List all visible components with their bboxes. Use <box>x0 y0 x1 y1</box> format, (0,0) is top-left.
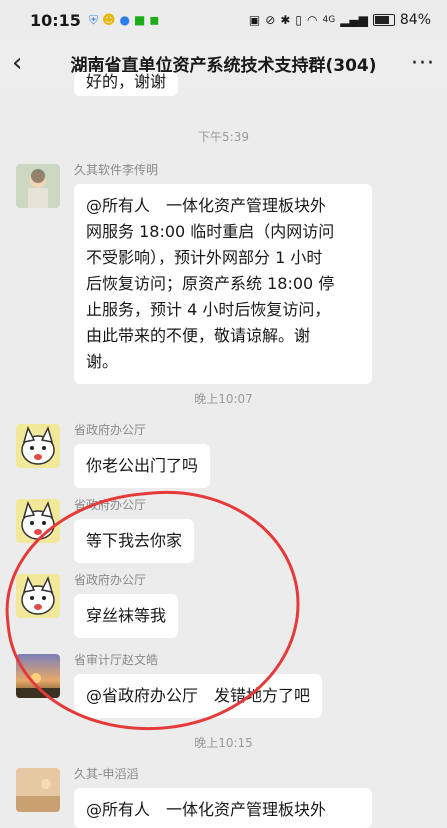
avatar[interactable] <box>16 424 60 468</box>
more-icon[interactable]: ··· <box>405 51 435 76</box>
bluetooth-icon: ✱ <box>280 13 291 27</box>
status-time: 10:15 <box>30 10 81 30</box>
timestamp: 晚上10:07 <box>194 392 253 406</box>
status-bar: 10:15 ⛨ ☻ ● ■ ◼ ▣ ⊘ ✱ ▯ ◠ 4G ▂▄▆ 84% <box>0 0 447 40</box>
chat-header: ‹ 湖南省直单位资产系统技术支持群(304) ··· <box>0 40 447 86</box>
cartoon-dog-avatar-icon <box>16 574 60 618</box>
photo-avatar-icon <box>16 164 60 208</box>
timestamp: 下午5:39 <box>198 130 249 144</box>
sender-name: 省政府办公厅 <box>74 498 147 512</box>
app-icon-2: ■ <box>134 13 146 27</box>
message-bubble[interactable]: @所有人 一体化资产管理板块外 <box>74 788 372 828</box>
status-left: 10:15 ⛨ ☻ ● ■ ◼ <box>30 11 159 30</box>
cartoon-dog-avatar-icon <box>16 424 60 468</box>
message-bubble[interactable]: @所有人 一体化资产管理板块外 网服务 18:00 临时重启（内网访问 不受影响… <box>74 184 372 384</box>
app-icon: ● <box>119 13 130 27</box>
wifi-icon: ◠ <box>307 13 318 27</box>
avatar[interactable] <box>16 574 60 618</box>
avatar[interactable] <box>16 164 60 208</box>
previous-message-bubble[interactable]: 好的，谢谢 <box>74 72 179 96</box>
sender-name: 省审计厅赵文皓 <box>74 653 159 667</box>
status-right: ▣ ⊘ ✱ ▯ ◠ 4G ▂▄▆ 84% <box>249 12 431 28</box>
sunset-avatar-icon <box>16 654 60 698</box>
message-bubble[interactable]: @省政府办公厅 发错地方了吧 <box>74 674 323 718</box>
face-icon: ☻ <box>101 12 116 28</box>
timestamp: 晚上10:15 <box>194 736 253 750</box>
vibrate-icon: ▯ <box>295 13 302 27</box>
message-bubble[interactable]: 等下我去你家 <box>74 519 195 563</box>
sender-name: 久其软件李传明 <box>74 163 159 177</box>
avatar[interactable] <box>16 499 60 543</box>
battery-icon <box>372 14 395 26</box>
previous-message-text: 好的，谢谢 <box>86 72 167 91</box>
landscape-avatar-icon <box>16 768 60 812</box>
battery-percent: 84% <box>399 12 431 28</box>
sender-name: 省政府办公厅 <box>74 423 147 437</box>
mute-icon: ⊘ <box>265 13 276 27</box>
cartoon-dog-avatar-icon <box>16 499 60 543</box>
message-bubble[interactable]: 穿丝袜等我 <box>74 594 179 638</box>
avatar[interactable] <box>16 654 60 698</box>
sender-name: 久其-申滔滔 <box>74 767 139 781</box>
message-bubble[interactable]: 你老公出门了吗 <box>74 444 211 488</box>
nfc-icon: ▣ <box>248 13 261 27</box>
app-icon-3: ◼ <box>149 13 160 27</box>
shield-icon: ⛨ <box>88 12 98 27</box>
back-icon[interactable]: ‹ <box>12 48 42 78</box>
network-label: 4G <box>322 15 336 25</box>
signal-icon: ▂▄▆ <box>340 13 368 27</box>
chat-area[interactable]: 好的，谢谢 下午5:39 久其软件李传明 @所有人 一体化资产管理板块外 网服务… <box>0 72 447 828</box>
avatar[interactable] <box>16 768 60 812</box>
sender-name: 省政府办公厅 <box>74 573 147 587</box>
